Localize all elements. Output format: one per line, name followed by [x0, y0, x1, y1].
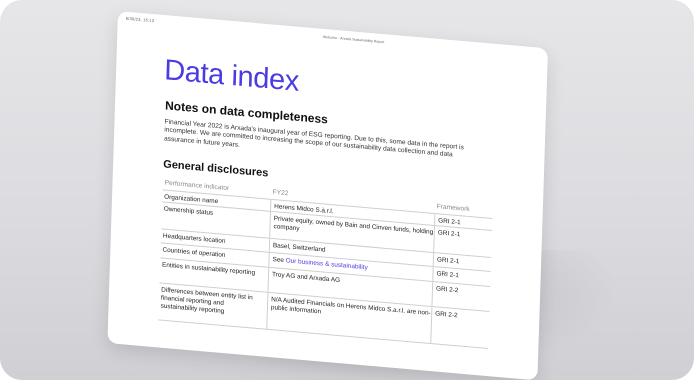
- page-title: Data index: [163, 54, 300, 98]
- column-header-fy22: FY22: [272, 188, 289, 198]
- disclosures-table: Organization name Herens Midco S.à.r.l. …: [158, 189, 493, 350]
- background-frame: 6/30/23, 15:13 Welcome - Arxada Sustaina…: [0, 0, 694, 380]
- value-prefix: See: [272, 256, 286, 265]
- general-disclosures-heading: General disclosures: [163, 158, 269, 180]
- framework-cell: GRI 2-2: [430, 307, 486, 348]
- print-report-title: Welcome - Arxada Sustainability Report: [322, 34, 385, 45]
- framework-cell: GRI 2-2: [431, 282, 487, 311]
- print-date: 6/30/23, 15:13: [125, 15, 155, 24]
- column-header-framework: Framework: [436, 203, 470, 214]
- indicator-cell: Differences between entity list in finan…: [160, 286, 253, 315]
- business-sustainability-link[interactable]: Our business & sustainability: [286, 257, 368, 271]
- framework-cell: GRI 2-1: [433, 226, 489, 257]
- document-page: 6/30/23, 15:13 Welcome - Arxada Sustaina…: [107, 11, 548, 380]
